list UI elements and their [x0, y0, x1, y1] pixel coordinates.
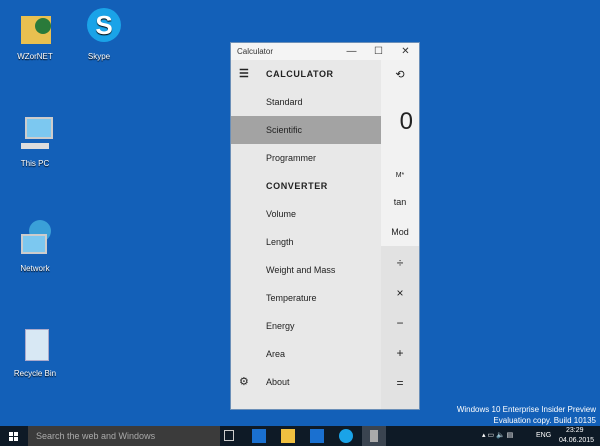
- mod-key[interactable]: Mod: [381, 227, 419, 237]
- title-bar[interactable]: Calculator — ☐ ✕: [231, 43, 419, 60]
- desktop-icon-label: WZorNET: [17, 52, 53, 61]
- history-icon[interactable]: ⟲: [381, 68, 419, 81]
- minimize-button[interactable]: —: [338, 46, 365, 57]
- divide-key[interactable]: ÷: [381, 256, 419, 270]
- nav-item-programmer[interactable]: Programmer: [231, 144, 381, 172]
- nav-item-standard[interactable]: Standard: [231, 88, 381, 116]
- calculator-panel: ⟲ 0 M* tan Mod ÷ × − + =: [381, 60, 419, 409]
- desktop-icon-label: This PC: [20, 159, 50, 168]
- desktop-icon-recycle-bin[interactable]: Recycle Bin: [0, 325, 70, 378]
- gear-icon: ⚙: [239, 376, 249, 388]
- computer-icon: [15, 115, 55, 155]
- converter-header: CONVERTER: [266, 181, 328, 191]
- recycle-bin-icon: [15, 325, 55, 365]
- nav-item-temperature[interactable]: Temperature: [231, 284, 381, 312]
- store-icon[interactable]: [310, 429, 324, 443]
- nav-item-about[interactable]: ⚙ About: [231, 368, 381, 396]
- watermark-line2: Evaluation copy. Build 10135: [493, 416, 596, 425]
- nav-item-volume[interactable]: Volume: [231, 200, 381, 228]
- watermark-line1: Windows 10 Enterprise Insider Preview: [456, 405, 596, 414]
- desktop-icon-label: Skype: [87, 52, 111, 61]
- skype-icon: S: [79, 8, 121, 48]
- hamburger-menu-icon[interactable]: ☰: [239, 60, 249, 88]
- user-folder-icon: [15, 8, 55, 48]
- equals-key[interactable]: =: [381, 376, 419, 390]
- tray-icons[interactable]: ▴ ▭ 🔈 ▤: [482, 431, 513, 439]
- taskbar: Search the web and Windows ▴ ▭ 🔈 ▤ ENG 2…: [0, 426, 600, 446]
- nav-item-weight[interactable]: Weight and Mass: [231, 256, 381, 284]
- multiply-key[interactable]: ×: [381, 286, 419, 300]
- clock-time[interactable]: 23:29: [566, 427, 584, 434]
- search-box[interactable]: Search the web and Windows: [28, 426, 220, 446]
- task-view-icon[interactable]: [224, 430, 234, 441]
- calculator-window: Calculator — ☐ ✕ ⟲ 0 M* tan Mod ÷ × − + …: [230, 42, 420, 410]
- desktop-icon-label: Network: [20, 264, 50, 273]
- nav-item-area[interactable]: Area: [231, 340, 381, 368]
- desktop-icon-this-pc[interactable]: This PC: [0, 115, 70, 168]
- desktop-icon-skype[interactable]: S Skype: [64, 8, 134, 61]
- minus-key[interactable]: −: [381, 316, 419, 330]
- clock-date[interactable]: 04.06.2015: [559, 437, 594, 444]
- network-icon: [15, 220, 55, 260]
- calculator-header: ☰ CALCULATOR: [231, 60, 381, 88]
- maximize-button[interactable]: ☐: [365, 46, 392, 57]
- desktop-icon-wzornet[interactable]: WZorNET: [0, 8, 70, 61]
- start-button[interactable]: [9, 432, 18, 441]
- nav-item-length[interactable]: Length: [231, 228, 381, 256]
- memory-key[interactable]: M*: [381, 172, 419, 179]
- desktop-icon-network[interactable]: Network: [0, 220, 70, 273]
- nav-item-scientific[interactable]: Scientific: [231, 116, 381, 144]
- language-indicator[interactable]: ENG: [536, 432, 551, 439]
- plus-key[interactable]: +: [381, 346, 419, 360]
- edge-icon[interactable]: [252, 429, 266, 443]
- nav-item-energy[interactable]: Energy: [231, 312, 381, 340]
- display-value: 0: [399, 108, 413, 135]
- desktop-icon-label: Recycle Bin: [13, 369, 57, 378]
- close-button[interactable]: ✕: [392, 46, 419, 57]
- calculator-taskbar-icon[interactable]: [362, 426, 386, 446]
- window-title: Calculator: [237, 47, 274, 56]
- navigation-pane: ☰ CALCULATOR Standard Scientific Programm…: [231, 60, 381, 409]
- skype-taskbar-icon[interactable]: [339, 429, 353, 443]
- tan-key[interactable]: tan: [381, 197, 419, 207]
- file-explorer-icon[interactable]: [281, 429, 295, 443]
